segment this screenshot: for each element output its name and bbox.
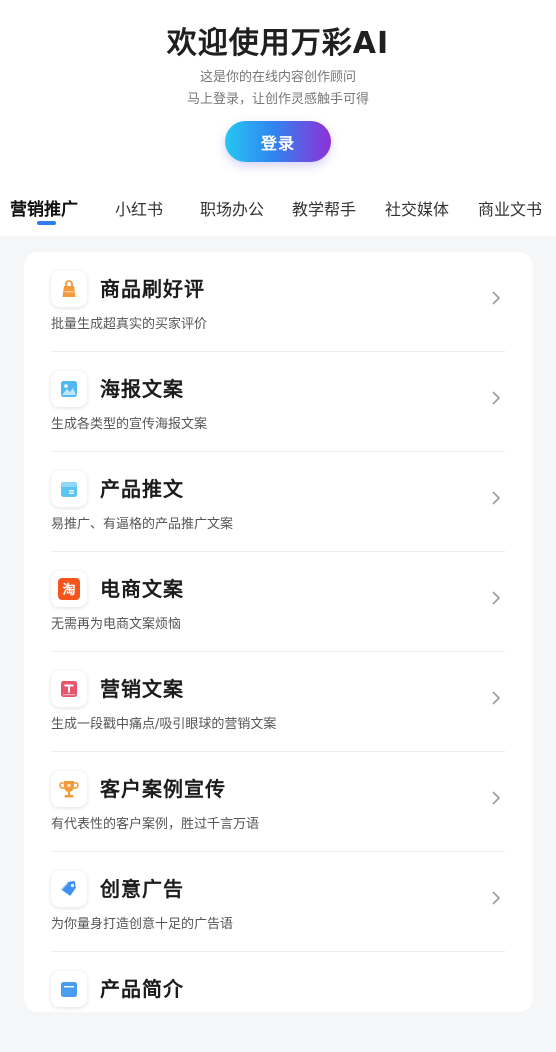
tag-icon [51,871,87,907]
tab-teaching[interactable]: 教学帮手 [292,196,356,220]
item-title: 商品刷好评 [100,277,205,301]
svg-text:淘: 淘 [62,582,75,598]
text-doc-icon [51,671,87,707]
item-title: 产品简介 [100,977,184,1001]
item-title: 电商文案 [100,577,184,601]
item-description: 无需再为电商文案烦恼 [51,617,182,632]
tab-office[interactable]: 职场办公 [200,196,264,220]
tab-marketing[interactable]: 营销推广 [10,195,78,220]
item-title: 营销文案 [100,677,184,701]
item-description: 为你量身打造创意十足的广告语 [51,917,234,932]
subtitle-line-2: 马上登录，让创作灵感触手可得 [186,92,369,107]
item-title: 客户案例宣传 [100,777,226,801]
list-item-customer-case[interactable]: 客户案例宣传 有代表性的客户案例，胜过千言万语 [24,752,533,852]
chevron-right-icon [492,691,501,705]
item-description: 易推广、有逼格的产品推广文案 [51,517,234,532]
item-description: 生成一段戳中痛点/吸引眼球的营销文案 [51,717,277,732]
list-item-ecommerce-copy[interactable]: 淘 电商文案 无需再为电商文案烦恼 [24,552,533,652]
item-title: 海报文案 [100,377,184,401]
chevron-right-icon [492,591,501,605]
header: 欢迎使用万彩AI 这是你的在线内容创作顾问 马上登录，让创作灵感触手可得 登录 … [0,0,556,236]
list-item-creative-ad[interactable]: 创意广告 为你量身打造创意十足的广告语 [24,852,533,952]
item-title: 产品推文 [100,477,184,501]
item-description: 批量生成超真实的买家评价 [51,317,208,332]
list-item-product-review[interactable]: 商品刷好评 批量生成超真实的买家评价 [24,252,533,352]
list-item-product-post[interactable]: 产品推文 易推广、有逼格的产品推广文案 [24,452,533,552]
tab-xiaohongshu[interactable]: 小红书 [115,196,163,220]
login-button[interactable]: 登录 [225,121,331,162]
page-title: 欢迎使用万彩AI [166,26,390,61]
shopping-bag-icon [51,271,87,307]
chevron-right-icon [492,291,501,305]
item-description: 有代表性的客户案例，胜过千言万语 [51,817,260,832]
tool-list-card: 商品刷好评 批量生成超真实的买家评价 海报文案 生成各类型的宣传海报文案 产品推… [24,252,533,1012]
active-tab-indicator [37,221,56,225]
list-item-poster-copy[interactable]: 海报文案 生成各类型的宣传海报文案 [24,352,533,452]
list-item-product-intro[interactable]: 产品简介 [24,952,533,1052]
chevron-right-icon [492,391,501,405]
product-box-icon [51,471,87,507]
chevron-right-icon [492,491,501,505]
taobao-icon: 淘 [51,571,87,607]
list-item-marketing-copy[interactable]: 营销文案 生成一段戳中痛点/吸引眼球的营销文案 [24,652,533,752]
trophy-icon [51,771,87,807]
product-intro-icon [51,971,87,1007]
item-title: 创意广告 [100,877,184,901]
item-description: 生成各类型的宣传海报文案 [51,417,208,432]
chevron-right-icon [492,891,501,905]
image-icon [51,371,87,407]
tab-social-media[interactable]: 社交媒体 [385,196,449,220]
chevron-right-icon [492,791,501,805]
subtitle-line-1: 这是你的在线内容创作顾问 [199,70,356,85]
category-tabs: 营销推广 小红书 职场办公 教学帮手 社交媒体 商业文书 [0,190,556,230]
tab-business-docs[interactable]: 商业文书 [478,196,542,220]
